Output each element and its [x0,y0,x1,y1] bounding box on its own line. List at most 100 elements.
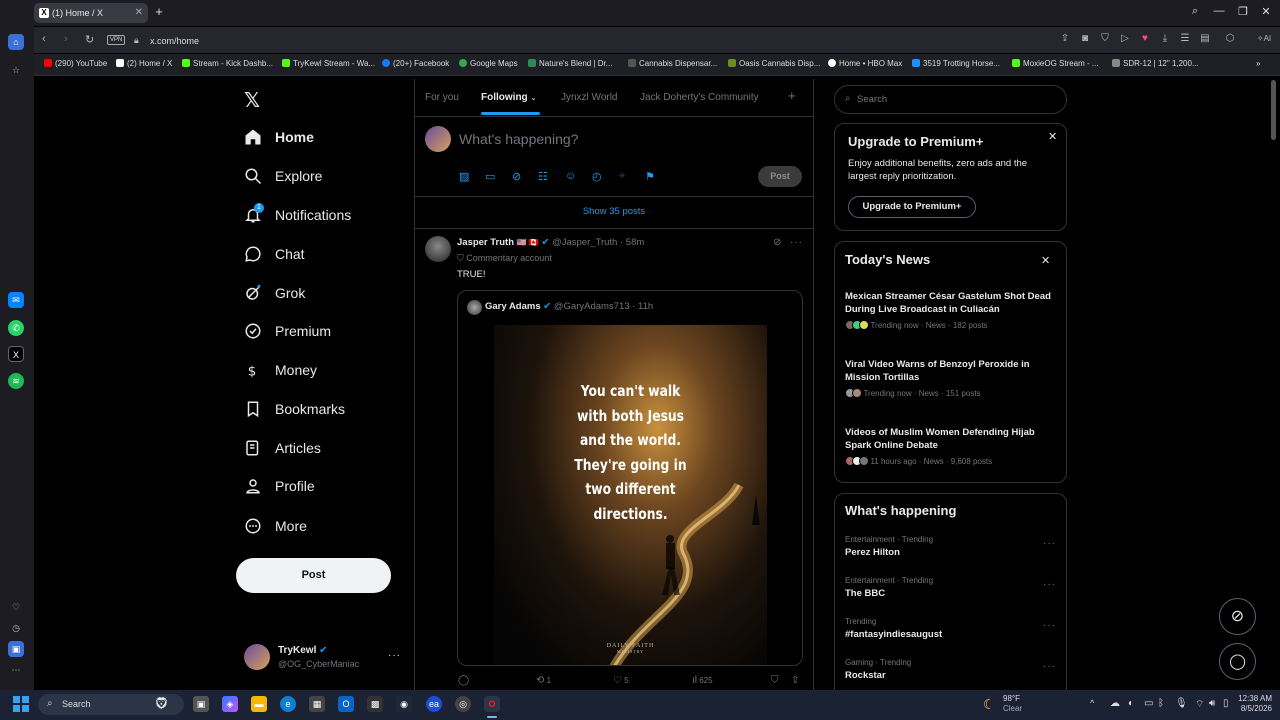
back-icon[interactable]: ‹ [42,33,46,45]
flag-icon[interactable]: ⚑ [645,170,655,183]
page-scrollbar[interactable] [1271,80,1276,140]
play-icon[interactable]: ▷ [1119,33,1131,45]
volume-icon[interactable]: 🔊︎ [1209,698,1215,709]
network-icon[interactable]: ⌔ [1195,698,1204,711]
news-item[interactable]: Videos of Muslim Women Defending Hijab S… [845,426,1055,466]
account-switcher[interactable]: TryKewl ✔ @OG_CyberManiac ··· [244,644,404,672]
reply-button[interactable]: ◯ [458,675,469,686]
account-more-icon[interactable]: ··· [388,650,401,661]
news-item[interactable]: Mexican Streamer César Gastelum Shot Dea… [845,290,1055,330]
avatar[interactable] [425,236,451,262]
outlook-icon[interactable]: O [338,696,354,712]
bookmark-item[interactable]: Nature's Blend | Dr... [528,59,612,68]
show-new-posts-link[interactable]: Show 35 posts [415,206,813,217]
bookmark-item[interactable]: (2) Home / X [116,59,172,68]
star-icon[interactable]: ☆ [8,62,24,78]
nav-articles[interactable]: Articles [244,436,414,460]
trend-more-icon[interactable]: ··· [1043,620,1056,631]
trend-more-icon[interactable]: ··· [1043,579,1056,590]
nav-profile[interactable]: Profile [244,474,414,498]
menu-icon[interactable]: ☰ [1179,33,1191,45]
poll-icon[interactable]: ☷ [538,170,548,183]
post-button[interactable]: Post [236,558,391,593]
opera-icon[interactable]: O [484,696,500,712]
clock[interactable]: 12:38 AM 8/5/2026 [1234,694,1272,714]
chat-fab[interactable]: ◯ [1219,643,1256,680]
bookmark-button[interactable]: ⛉ [771,675,779,686]
search-input[interactable]: Search [857,94,887,105]
grok-icon[interactable]: ⊘ [512,170,521,183]
bookmark-item[interactable]: MoxieOG Stream - ... [1012,59,1099,68]
bluetooth-icon[interactable]: ᛒ [1158,698,1164,709]
whatsapp-icon[interactable]: ✆ [8,320,24,336]
compose-input[interactable]: What's happening? [459,131,578,147]
like-button[interactable]: ♡ 5 [613,675,629,686]
heart-icon[interactable]: ♡ [8,599,24,615]
nav-notifications[interactable]: 1 Notifications [244,203,414,227]
close-icon[interactable]: ✕ [1041,254,1050,267]
nav-explore[interactable]: Explore [244,164,414,188]
search-box[interactable]: ⌕ Search [834,85,1067,114]
bookmark-item[interactable]: (290) YouTube [44,59,107,68]
more-icon[interactable]: ⋯ [8,662,24,678]
url-field[interactable]: x.com/home [150,36,199,46]
extensions-icon[interactable]: ▣ [8,641,24,657]
quote-image[interactable]: You can't walk with both Jesus and the w… [494,325,767,665]
spotify-icon[interactable]: ≋ [8,373,24,389]
forward-icon[interactable]: › [64,33,68,45]
nav-grok[interactable]: Grok [244,281,414,305]
heart-icon[interactable]: ♥ [1139,33,1151,45]
bookmark-item[interactable]: 3519 Trotting Horse... [912,59,1000,68]
close-tab-icon[interactable]: ✕ [135,3,143,23]
x-logo-icon[interactable]: 𝕏 [244,88,260,113]
tab-jynxzl-world[interactable]: Jynxzl World [561,92,618,103]
ai-icon[interactable]: ✧AI [1252,33,1276,45]
edge-icon[interactable]: e [280,696,296,712]
battery-icon[interactable]: ▯ [1223,698,1229,709]
bookmark-item[interactable]: Cannabis Dispensar... [628,59,717,68]
tray-app-icon[interactable]: ◐ [1128,698,1134,709]
bookmark-item[interactable]: TryKewl Stream - Wa... [282,59,375,68]
trend-item[interactable]: Entertainment · Trending The BBC [845,576,1055,599]
wallet-icon[interactable]: ▤ [1199,33,1211,45]
nav-home[interactable]: Home [244,125,414,149]
download-icon[interactable]: ⤓ [1159,33,1171,45]
camera-icon[interactable]: ◙ [1079,33,1091,45]
gif-icon[interactable]: ▭ [485,170,495,183]
search-icon[interactable]: ⌕ [1187,5,1203,18]
post-handle[interactable]: @Jasper_Truth [552,237,617,248]
chevron-up-icon[interactable]: ^ [1090,698,1094,708]
more-bookmarks-icon[interactable]: » [1256,59,1260,68]
home-icon[interactable]: ⌂ [8,34,24,50]
app-icon[interactable]: ▩ [367,696,383,712]
new-tab-button[interactable]: + [152,5,166,19]
steam-icon[interactable]: ◉ [396,696,412,712]
bookmark-item[interactable]: Stream - Kick Dashb... [182,59,273,68]
file-explorer-icon[interactable]: ▬ [251,696,267,712]
tab-jack-doherty-community[interactable]: Jack Doherty's Community [640,92,759,103]
repost-button[interactable]: ⟲ 1 [536,675,551,686]
nav-premium[interactable]: Premium [244,319,414,343]
ea-icon[interactable]: ea [426,696,442,712]
history-icon[interactable]: ◷ [8,620,24,636]
trend-item[interactable]: Gaming · Trending Rockstar [845,658,1055,681]
grok-icon[interactable]: ⊘ [773,237,781,248]
microphone-icon[interactable]: 🎙︎ [1175,698,1188,709]
location-icon[interactable]: ⌖ [619,170,625,183]
obs-icon[interactable]: ◎ [455,696,471,712]
browser-tab[interactable]: X (1) Home / X ✕ [34,3,148,23]
nav-chat[interactable]: Chat [244,242,414,266]
nav-money[interactable]: $ Money [244,358,414,382]
emoji-icon[interactable]: ☺ [565,170,576,182]
vpn-badge[interactable]: VPN [107,35,126,45]
upgrade-premium-button[interactable]: Upgrade to Premium+ [848,196,976,218]
tab-following[interactable]: Following ⌄ [481,92,536,103]
minimize-icon[interactable]: — [1211,5,1227,17]
store-icon[interactable]: ▦ [309,696,325,712]
reload-icon[interactable]: ↻ [85,33,94,46]
add-tab-icon[interactable]: + [788,88,796,103]
bookmark-item[interactable]: (20+) Facebook [382,59,449,68]
weather-widget[interactable]: 98°F Clear [1003,694,1022,714]
shield-icon[interactable]: ⛉ [1099,33,1111,45]
nav-bookmarks[interactable]: Bookmarks [244,397,414,421]
